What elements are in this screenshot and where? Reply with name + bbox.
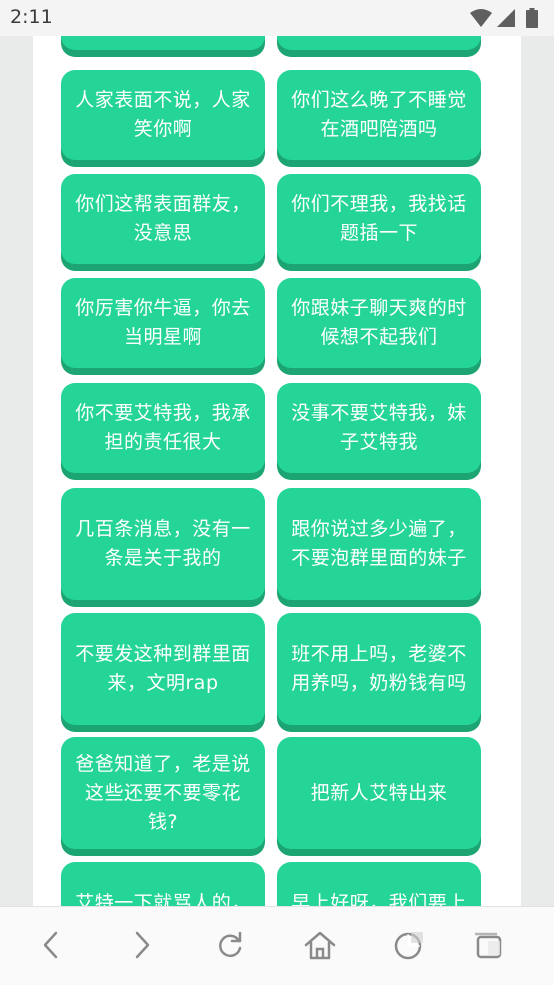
status-icons	[470, 8, 546, 28]
phrase-card[interactable]: 跟你说过多少遍了，不要泡群里面的妹子	[277, 488, 481, 600]
refresh-button[interactable]	[208, 925, 252, 969]
menu-button[interactable]	[387, 925, 431, 969]
page-viewport[interactable]: 人家表面不说，人家笑你啊 你们这么晚了不睡觉在酒吧陪酒吗 你们这帮表面群友，没意…	[0, 36, 554, 906]
forward-arrow-icon	[129, 930, 153, 964]
wifi-icon	[470, 8, 492, 32]
home-icon	[303, 929, 337, 965]
phrase-text: 几百条消息，没有一条是关于我的	[75, 518, 251, 569]
phrase-text: 没事不要艾特我，妹子艾特我	[291, 402, 467, 453]
phrase-text: 不要发这种到群里面来，文明rap	[75, 643, 251, 694]
home-button[interactable]	[298, 925, 342, 969]
phrase-text: 爸爸知道了，老是说这些还要不要零花钱?	[75, 752, 251, 833]
phrase-card[interactable]: 你们这帮表面群友，没意思	[61, 174, 265, 264]
phrase-text: 你们这帮表面群友，没意思	[75, 193, 251, 244]
menu-icon	[393, 929, 425, 965]
phrase-text: 班不用上吗，老婆不用养吗，奶粉钱有吗	[291, 643, 467, 694]
phrase-card[interactable]: 你厉害你牛逼，你去当明星啊	[61, 278, 265, 368]
phrase-text: 跟你说过多少遍了，不要泡群里面的妹子	[291, 518, 467, 569]
phrase-text: 你跟妹子聊天爽的时候想不起我们	[291, 297, 467, 348]
cellular-signal-icon	[496, 8, 516, 32]
status-time: 2:11	[10, 6, 53, 28]
phrase-card[interactable]: 你不要艾特我，我承担的责任很大	[61, 383, 265, 473]
phrase-card[interactable]: 早上好呀，我们要上班了	[277, 862, 481, 906]
battery-icon	[526, 8, 538, 32]
phrase-card[interactable]: 不要发这种到群里面来，文明rap	[61, 613, 265, 725]
refresh-icon	[214, 929, 246, 965]
phrase-card[interactable]: 你们不理我，我找话题插一下	[277, 174, 481, 264]
phrase-card[interactable]: 爸爸知道了，老是说这些还要不要零花钱?	[61, 737, 265, 849]
status-bar: 2:11	[0, 0, 554, 36]
phrase-text: 把新人艾特出来	[310, 781, 448, 804]
phrase-card[interactable]: 没事不要艾特我，妹子艾特我	[277, 383, 481, 473]
tabs-icon	[472, 929, 504, 965]
phrase-card[interactable]: 班不用上吗，老婆不用养吗，奶粉钱有吗	[277, 613, 481, 725]
forward-button[interactable]	[119, 925, 163, 969]
back-button[interactable]	[30, 925, 74, 969]
phrase-card[interactable]: 你们这么晚了不睡觉在酒吧陪酒吗	[277, 70, 481, 160]
phrase-text: 早上好呀，我们要上班了	[291, 892, 467, 906]
phrase-card[interactable]: 把新人艾特出来	[277, 737, 481, 849]
browser-nav-bar	[0, 906, 554, 985]
phrase-text: 人家表面不说，人家笑你啊	[75, 89, 251, 140]
back-arrow-icon	[40, 930, 64, 964]
content-panel: 人家表面不说，人家笑你啊 你们这么晚了不睡觉在酒吧陪酒吗 你们这帮表面群友，没意…	[33, 36, 521, 906]
phrase-card-partial-left[interactable]	[61, 36, 265, 50]
phrase-card[interactable]: 你跟妹子聊天爽的时候想不起我们	[277, 278, 481, 368]
phrase-card[interactable]: 几百条消息，没有一条是关于我的	[61, 488, 265, 600]
tabs-button[interactable]	[466, 925, 510, 969]
phrase-card[interactable]: 艾特一下就骂人的，不是亲戚关系	[61, 862, 265, 906]
phrase-text: 艾特一下就骂人的，不是亲戚关系	[75, 892, 251, 906]
phrase-text: 你不要艾特我，我承担的责任很大	[75, 402, 251, 453]
phrase-text: 你们不理我，我找话题插一下	[291, 193, 467, 244]
phrase-card-partial-right[interactable]	[277, 36, 481, 50]
phrase-text: 你厉害你牛逼，你去当明星啊	[75, 297, 251, 348]
phrase-text: 你们这么晚了不睡觉在酒吧陪酒吗	[291, 89, 467, 140]
phrase-card[interactable]: 人家表面不说，人家笑你啊	[61, 70, 265, 160]
